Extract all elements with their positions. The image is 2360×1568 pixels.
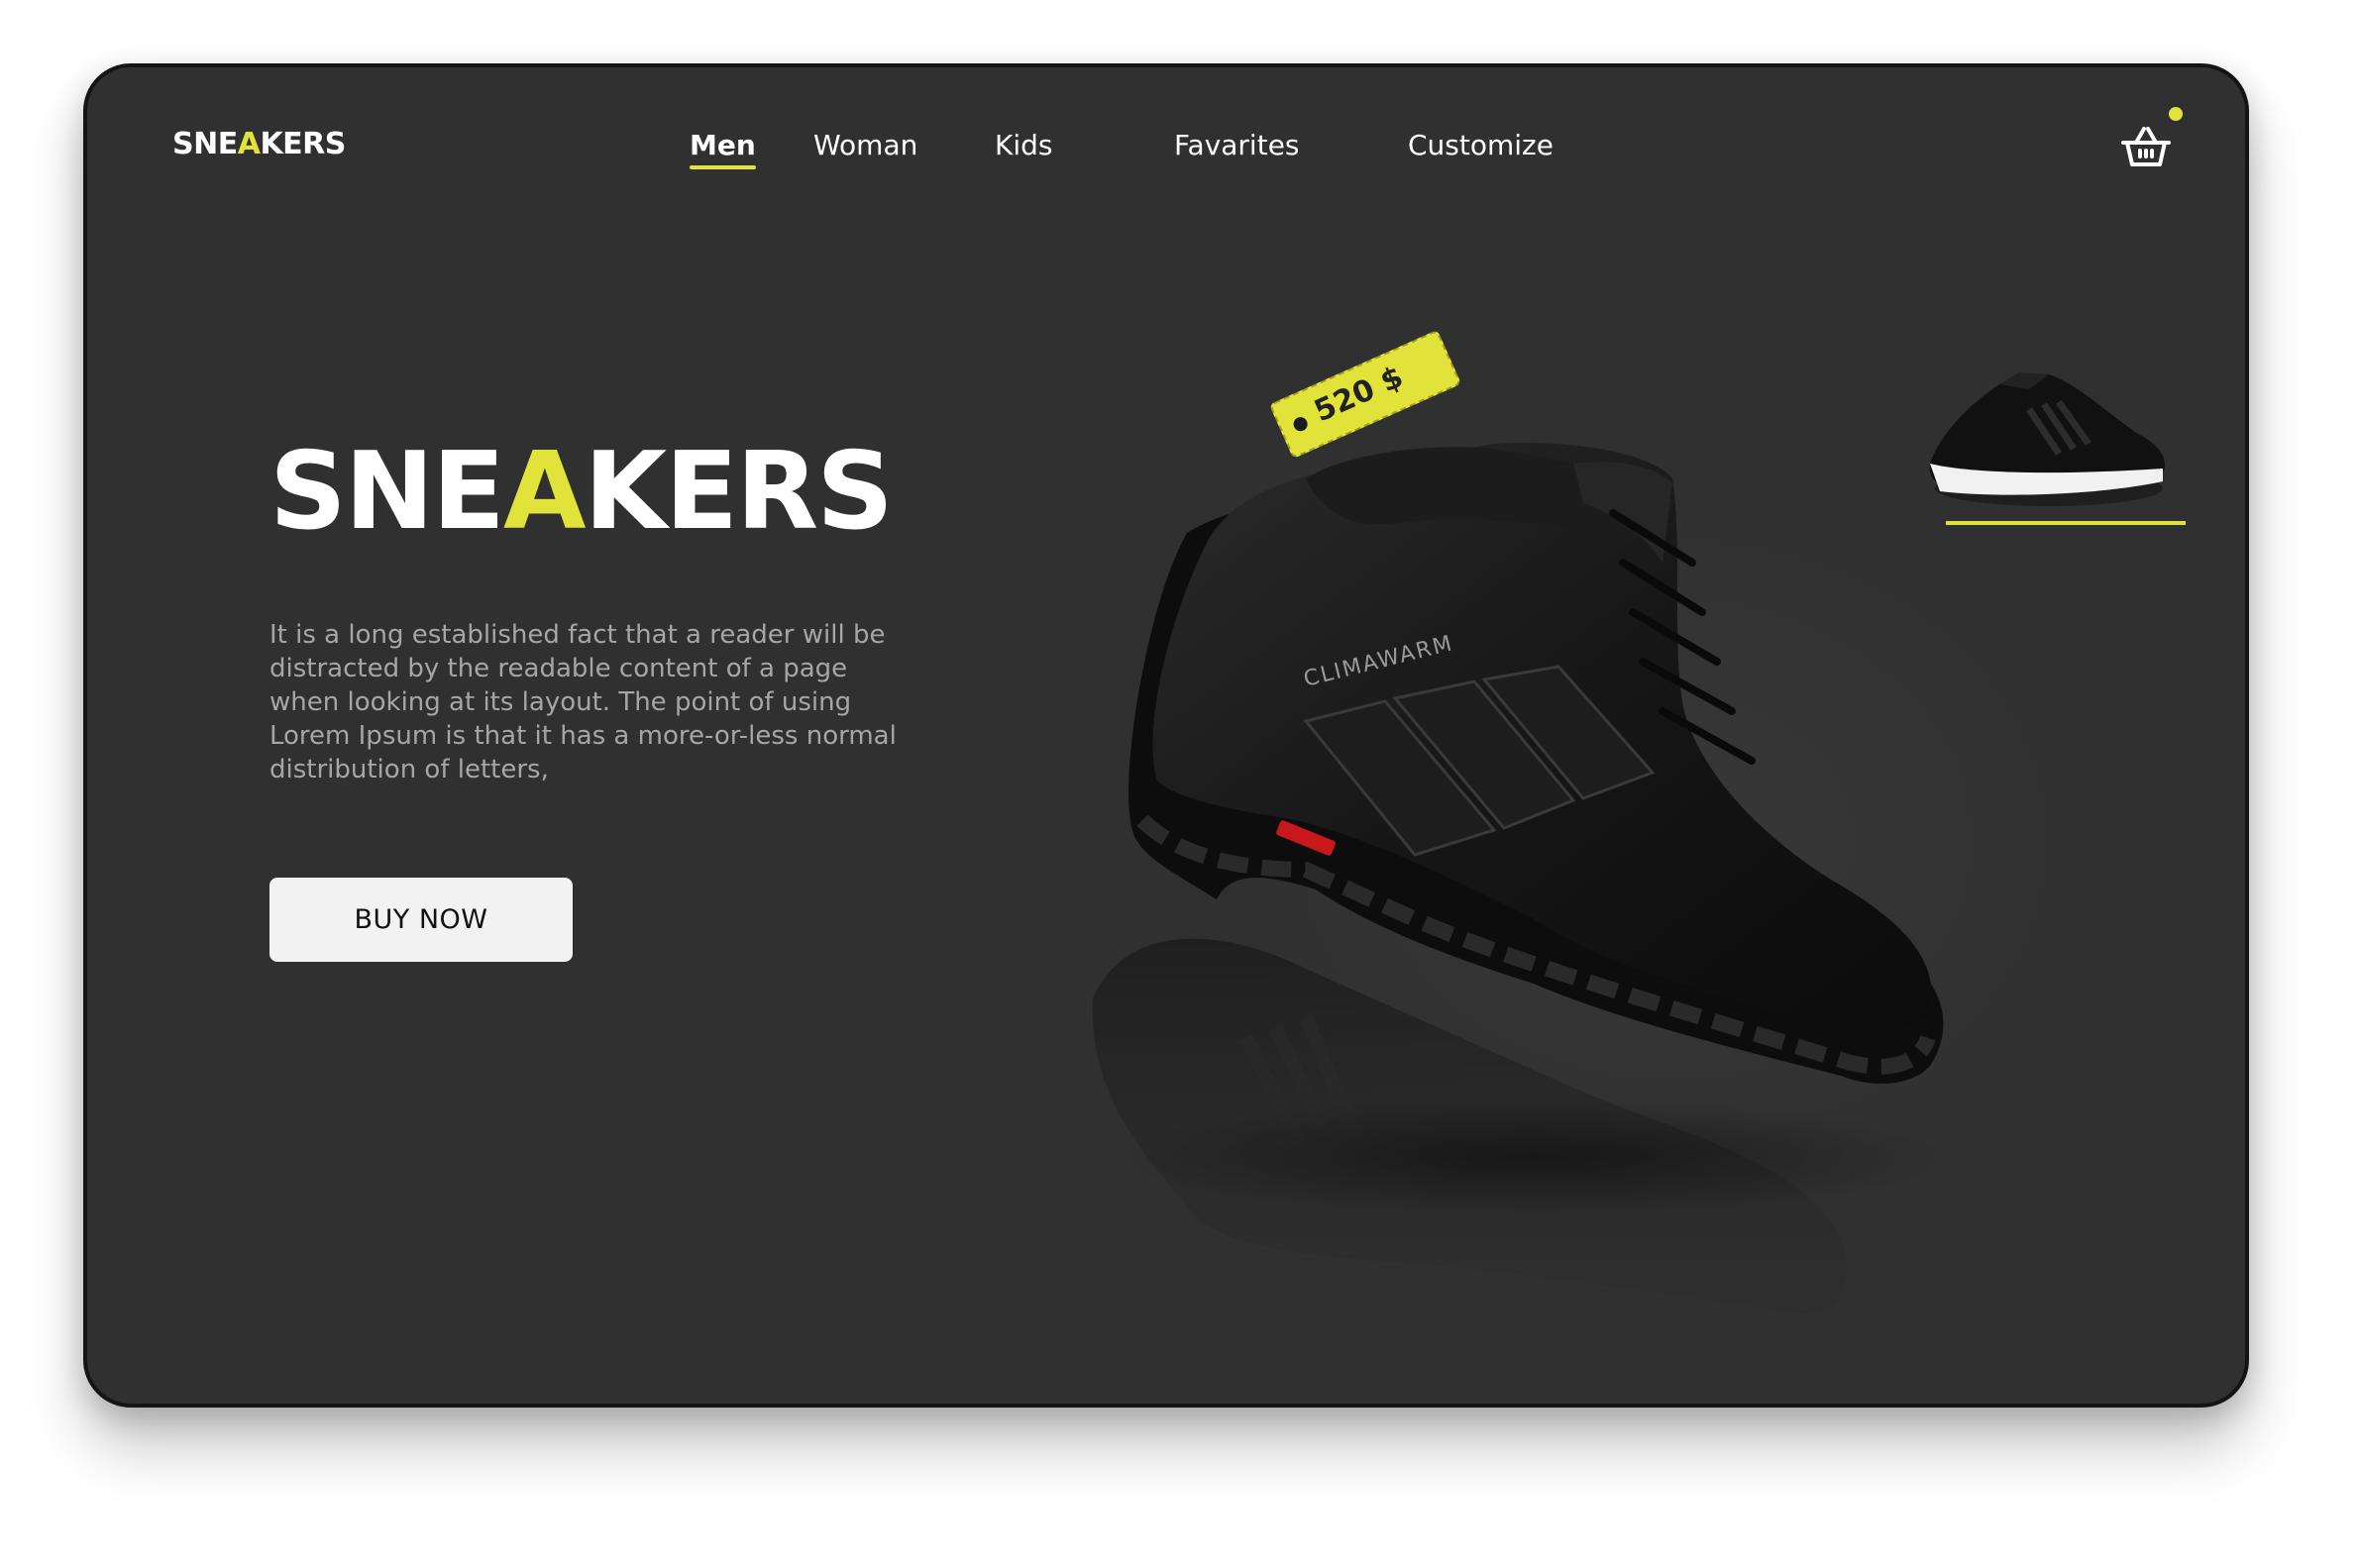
- nav-item-favarites[interactable]: Favarites: [1174, 129, 1300, 161]
- basket-icon: [2121, 127, 2171, 166]
- nav-item-kids[interactable]: Kids: [995, 129, 1053, 161]
- nav-item-men[interactable]: Men: [690, 129, 756, 169]
- hero-description: It is a long established fact that a rea…: [269, 620, 897, 784]
- logo-text-prefix: SNE: [172, 127, 238, 161]
- black-running-sneaker-thumbnail[interactable]: [1910, 315, 2178, 543]
- hero-title: SNEAKERS: [269, 439, 894, 546]
- black-high-top-sneaker-image: CLIMAWARM: [1092, 443, 1950, 1314]
- hero-title-prefix: SNE: [269, 430, 505, 554]
- hero-title-accent: A: [502, 430, 587, 554]
- cart-button[interactable]: [2118, 119, 2174, 174]
- nav-item-customize[interactable]: Customize: [1408, 129, 1554, 161]
- app-frame: SNEAKERS Men Woman Kids Favarites Custom…: [83, 63, 2249, 1408]
- nav-item-woman[interactable]: Woman: [813, 129, 917, 161]
- brand-logo[interactable]: SNEAKERS: [172, 127, 346, 161]
- cart-notification-dot: [2169, 107, 2183, 121]
- hero-title-suffix: KERS: [584, 430, 894, 554]
- thumbnail-selected-indicator: [1946, 521, 2186, 525]
- buy-now-button[interactable]: BUY NOW: [269, 878, 573, 962]
- logo-text-accent: A: [237, 127, 261, 161]
- logo-text-suffix: KERS: [260, 127, 346, 161]
